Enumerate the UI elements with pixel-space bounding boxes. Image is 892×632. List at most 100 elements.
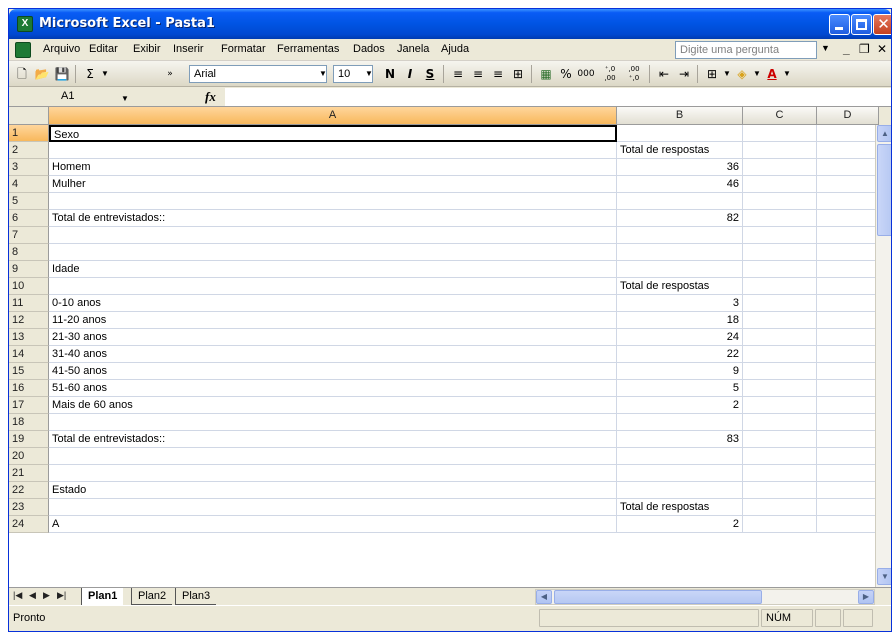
- cell-d[interactable]: [817, 210, 879, 227]
- menu-janela[interactable]: Janela: [397, 43, 429, 55]
- cell-a[interactable]: [49, 278, 617, 295]
- row-header[interactable]: 24: [9, 516, 49, 533]
- cell-c[interactable]: [743, 176, 817, 193]
- last-sheet-icon[interactable]: ▶|: [57, 590, 66, 601]
- insert-function-icon[interactable]: fx: [205, 89, 216, 105]
- first-sheet-icon[interactable]: |◀: [13, 590, 22, 601]
- cell-a[interactable]: 21-30 anos: [49, 329, 617, 346]
- cell-b[interactable]: [617, 193, 743, 210]
- row-header[interactable]: 3: [9, 159, 49, 176]
- row-header[interactable]: 20: [9, 448, 49, 465]
- cell-c[interactable]: [743, 329, 817, 346]
- cell-a[interactable]: 31-40 anos: [49, 346, 617, 363]
- cell-a[interactable]: [49, 499, 617, 516]
- excel-app-icon[interactable]: X: [17, 16, 33, 32]
- cell-d[interactable]: [817, 295, 879, 312]
- row-header[interactable]: 1: [9, 125, 49, 142]
- cell-b[interactable]: 46: [617, 176, 743, 193]
- row-header[interactable]: 8: [9, 244, 49, 261]
- font-name-select[interactable]: Arial: [189, 65, 327, 83]
- doc-close-icon[interactable]: ✕: [877, 42, 887, 56]
- row-header[interactable]: 4: [9, 176, 49, 193]
- cell-a[interactable]: Estado: [49, 482, 617, 499]
- cell-b[interactable]: [617, 414, 743, 431]
- row-header[interactable]: 15: [9, 363, 49, 380]
- thousands-button[interactable]: 000: [575, 65, 597, 83]
- doc-minimize-icon[interactable]: _: [843, 42, 850, 56]
- cell-d[interactable]: [817, 380, 879, 397]
- cell-d[interactable]: [817, 499, 879, 516]
- cell-a[interactable]: Total de entrevistados::: [49, 210, 617, 227]
- cell-b[interactable]: 5: [617, 380, 743, 397]
- cell-c[interactable]: [743, 465, 817, 482]
- new-file-icon[interactable]: 🗋: [13, 65, 31, 83]
- cell-a[interactable]: 41-50 anos: [49, 363, 617, 380]
- font-dropdown-icon[interactable]: ▼: [319, 69, 327, 78]
- row-header[interactable]: 22: [9, 482, 49, 499]
- cell-c[interactable]: [743, 210, 817, 227]
- cell-c[interactable]: [743, 363, 817, 380]
- row-header[interactable]: 18: [9, 414, 49, 431]
- title-bar[interactable]: X Microsoft Excel - Pasta1 ✕: [9, 9, 891, 39]
- size-dropdown-icon[interactable]: ▼: [365, 69, 373, 78]
- cell-a[interactable]: [49, 465, 617, 482]
- column-header-a[interactable]: A: [49, 107, 617, 125]
- cell-c[interactable]: [743, 312, 817, 329]
- cell-d[interactable]: [817, 363, 879, 380]
- cell-c[interactable]: [743, 516, 817, 533]
- cell-a[interactable]: A: [49, 516, 617, 533]
- cell-c[interactable]: [743, 380, 817, 397]
- cell-a[interactable]: [49, 244, 617, 261]
- decrease-indent-icon[interactable]: ⇤: [655, 65, 673, 83]
- cell-c[interactable]: [743, 142, 817, 159]
- row-header[interactable]: 23: [9, 499, 49, 516]
- cell-d[interactable]: [817, 278, 879, 295]
- merge-center-icon[interactable]: ⊞: [509, 65, 527, 83]
- column-header-c[interactable]: C: [743, 107, 817, 125]
- fill-color-dropdown-icon[interactable]: ▼: [753, 69, 761, 78]
- sheet-tab-plan1[interactable]: Plan1: [81, 588, 124, 605]
- row-header[interactable]: 21: [9, 465, 49, 482]
- cell-b[interactable]: 83: [617, 431, 743, 448]
- cell-a[interactable]: [49, 448, 617, 465]
- cell-b[interactable]: 24: [617, 329, 743, 346]
- ask-dropdown-icon[interactable]: ▼: [821, 43, 830, 53]
- scroll-left-icon[interactable]: ◀: [536, 590, 552, 604]
- cell-d[interactable]: [817, 159, 879, 176]
- menu-inserir[interactable]: Inserir: [173, 43, 204, 55]
- cell-b[interactable]: 3: [617, 295, 743, 312]
- increase-indent-icon[interactable]: ⇥: [675, 65, 693, 83]
- doc-restore-icon[interactable]: ❐: [859, 42, 870, 56]
- cell-a[interactable]: [49, 142, 617, 159]
- cell-d[interactable]: [817, 414, 879, 431]
- row-header[interactable]: 9: [9, 261, 49, 278]
- cell-a[interactable]: [49, 414, 617, 431]
- cell-c[interactable]: [743, 499, 817, 516]
- cell-b[interactable]: 22: [617, 346, 743, 363]
- cell-a[interactable]: [49, 193, 617, 210]
- align-left-icon[interactable]: ≡: [449, 65, 467, 83]
- cell-b[interactable]: [617, 261, 743, 278]
- cell-d[interactable]: [817, 397, 879, 414]
- formula-input[interactable]: [225, 88, 891, 106]
- autosum-icon[interactable]: Σ: [81, 65, 99, 83]
- cell-b[interactable]: 2: [617, 397, 743, 414]
- scroll-down-icon[interactable]: ▼: [877, 568, 891, 585]
- decrease-decimal-button[interactable]: ,00 ⁺,0: [623, 65, 645, 83]
- menu-ferramentas[interactable]: Ferramentas: [277, 43, 339, 55]
- cell-a[interactable]: Total de entrevistados::: [49, 431, 617, 448]
- cell-b[interactable]: [617, 482, 743, 499]
- cell-d[interactable]: [817, 329, 879, 346]
- cell-c[interactable]: [743, 159, 817, 176]
- cell-d[interactable]: [817, 125, 879, 142]
- autosum-dropdown-icon[interactable]: ▼: [101, 69, 109, 78]
- row-header[interactable]: 6: [9, 210, 49, 227]
- cell-a[interactable]: Sexo: [49, 125, 617, 142]
- cell-d[interactable]: [817, 261, 879, 278]
- cell-c[interactable]: [743, 295, 817, 312]
- cell-b[interactable]: Total de respostas: [617, 278, 743, 295]
- save-icon[interactable]: 💾: [53, 65, 71, 83]
- cell-d[interactable]: [817, 142, 879, 159]
- document-icon[interactable]: [15, 42, 31, 58]
- cell-a[interactable]: Mulher: [49, 176, 617, 193]
